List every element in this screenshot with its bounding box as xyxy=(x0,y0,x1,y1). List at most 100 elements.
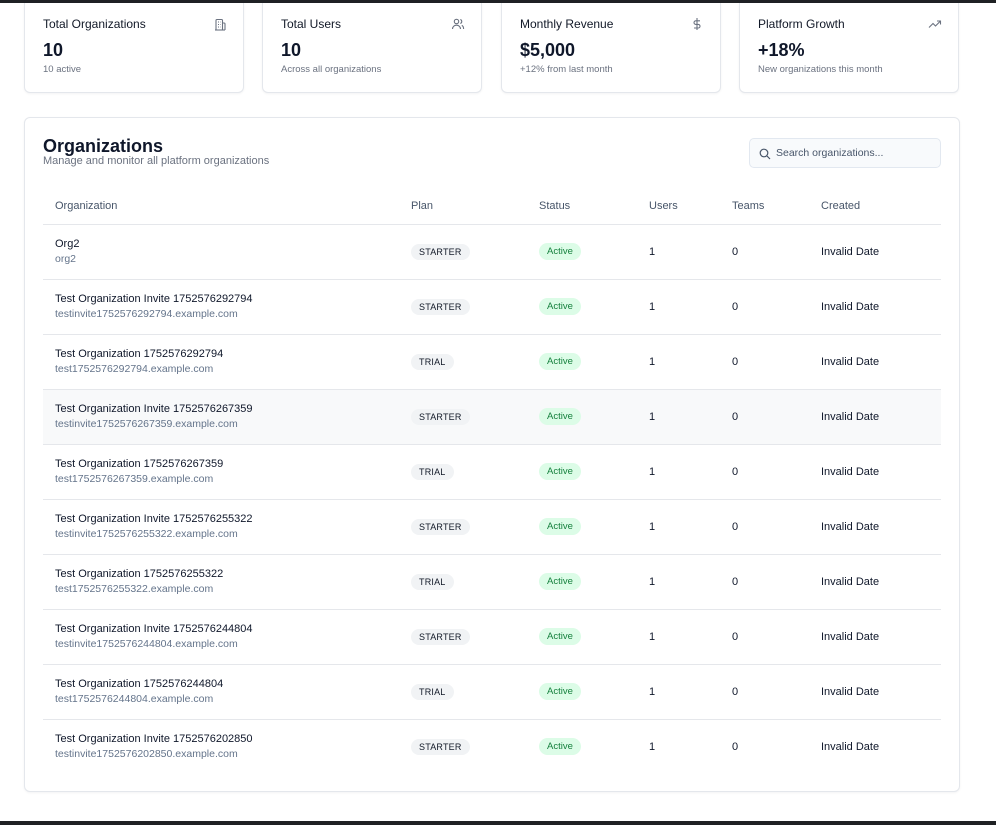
table-row[interactable]: Test Organization Invite 1752576267359 te… xyxy=(43,389,941,445)
plan-badge: STARTER xyxy=(411,628,470,645)
organization-slug: testinvite1752576244804.example.com xyxy=(55,638,238,650)
teams-count: 0 xyxy=(732,465,739,478)
teams-cell: 0 xyxy=(720,609,809,665)
teams-cell: 0 xyxy=(720,664,809,720)
organization-cell: Test Organization Invite 1752576202850 te… xyxy=(43,719,399,774)
column-header-created[interactable]: Created xyxy=(809,188,941,225)
plan-badge: TRIAL xyxy=(411,683,454,700)
organization-cell: Test Organization 1752576267359 test17525… xyxy=(43,444,399,500)
column-header-teams[interactable]: Teams xyxy=(720,188,809,225)
table-row[interactable]: Test Organization 1752576267359 test17525… xyxy=(43,444,941,500)
plan-cell: STARTER xyxy=(399,609,527,665)
teams-count: 0 xyxy=(732,355,739,368)
users-cell: 1 xyxy=(637,444,720,500)
stat-value: 10 xyxy=(281,40,302,60)
organization-slug: test1752576244804.example.com xyxy=(55,693,214,705)
organization-name[interactable]: Test Organization Invite 1752576292794 xyxy=(55,292,399,306)
organization-cell: Test Organization 1752576244804 test17525… xyxy=(43,664,399,720)
stat-title: Total Users xyxy=(281,17,342,31)
users-cell: 1 xyxy=(637,334,720,390)
stat-subtext: New organizations this month xyxy=(758,64,883,75)
created-date: Invalid Date xyxy=(821,575,880,588)
created-date: Invalid Date xyxy=(821,410,880,423)
created-date: Invalid Date xyxy=(821,245,880,258)
organization-cell: Test Organization Invite 1752576255322 te… xyxy=(43,499,399,555)
organizations-panel: Organizations Manage and monitor all pla… xyxy=(24,117,960,792)
status-cell: Active xyxy=(527,279,637,335)
table-row[interactable]: Test Organization Invite 1752576292794 te… xyxy=(43,279,941,335)
table-header-row: Organization Plan Status Users Teams Cre… xyxy=(43,188,941,225)
users-cell: 1 xyxy=(637,609,720,665)
plan-badge: STARTER xyxy=(411,518,470,535)
table-row[interactable]: Test Organization 1752576255322 test17525… xyxy=(43,554,941,610)
organization-cell: Test Organization Invite 1752576292794 te… xyxy=(43,279,399,335)
organization-cell: Test Organization 1752576292794 test17525… xyxy=(43,334,399,390)
users-count: 1 xyxy=(649,410,656,423)
table-row[interactable]: Test Organization 1752576244804 test17525… xyxy=(43,664,941,720)
dollar-icon xyxy=(693,18,701,30)
teams-count: 0 xyxy=(732,520,739,533)
created-date: Invalid Date xyxy=(821,740,880,753)
created-cell: Invalid Date xyxy=(809,334,941,390)
organization-name[interactable]: Test Organization 1752576292794 xyxy=(55,347,399,361)
status-cell: Active xyxy=(527,664,637,720)
panel-title: Organizations xyxy=(43,136,164,156)
organization-name[interactable]: Test Organization Invite 1752576244804 xyxy=(55,622,399,636)
table-row[interactable]: Test Organization 1752576292794 test17525… xyxy=(43,334,941,390)
status-cell: Active xyxy=(527,609,637,665)
organization-slug: test1752576255322.example.com xyxy=(55,583,214,595)
search-icon xyxy=(759,148,771,160)
created-date: Invalid Date xyxy=(821,355,880,368)
column-header-users[interactable]: Users xyxy=(637,188,720,225)
status-cell: Active xyxy=(527,554,637,610)
teams-cell: 0 xyxy=(720,444,809,500)
organization-name[interactable]: Test Organization Invite 1752576255322 xyxy=(55,512,399,526)
organization-name[interactable]: Test Organization 1752576267359 xyxy=(55,457,399,471)
table-row[interactable]: Test Organization Invite 1752576202850 te… xyxy=(43,719,941,774)
column-header-plan[interactable]: Plan xyxy=(399,188,527,225)
table-row[interactable]: Test Organization Invite 1752576255322 te… xyxy=(43,499,941,555)
users-cell: 1 xyxy=(637,719,720,774)
users-count: 1 xyxy=(649,630,656,643)
plan-badge: STARTER xyxy=(411,243,470,260)
users-count: 1 xyxy=(649,685,656,698)
created-date: Invalid Date xyxy=(821,465,880,478)
search-input[interactable] xyxy=(776,139,936,167)
column-header-status[interactable]: Status xyxy=(527,188,637,225)
plan-cell: TRIAL xyxy=(399,334,527,390)
organization-slug: test1752576292794.example.com xyxy=(55,363,214,375)
stat-value: $5,000 xyxy=(520,40,576,60)
status-badge: Active xyxy=(539,463,581,480)
organization-name[interactable]: Test Organization 1752576244804 xyxy=(55,677,399,691)
organization-name[interactable]: Test Organization 1752576255322 xyxy=(55,567,399,581)
organization-slug: testinvite1752576202850.example.com xyxy=(55,748,238,761)
created-cell: Invalid Date xyxy=(809,279,941,335)
stat-value: 10 xyxy=(43,40,64,60)
status-badge: Active xyxy=(539,243,581,260)
table-row[interactable]: Org2 org2 STARTER Active 1 0 Invalid Date xyxy=(43,224,941,280)
organization-name[interactable]: Test Organization Invite 1752576202850 xyxy=(55,732,399,746)
stat-title: Platform Growth xyxy=(758,17,845,31)
users-cell: 1 xyxy=(637,499,720,555)
users-cell: 1 xyxy=(637,389,720,445)
created-cell: Invalid Date xyxy=(809,719,941,774)
organizations-table: Organization Plan Status Users Teams Cre… xyxy=(43,188,941,774)
column-header-organization[interactable]: Organization xyxy=(43,188,399,225)
status-cell: Active xyxy=(527,224,637,280)
organization-name[interactable]: Org2 xyxy=(55,237,399,251)
plan-cell: TRIAL xyxy=(399,664,527,720)
plan-cell: STARTER xyxy=(399,499,527,555)
users-cell: 1 xyxy=(637,664,720,720)
search-box[interactable] xyxy=(749,138,941,168)
users-cell: 1 xyxy=(637,279,720,335)
status-badge: Active xyxy=(539,298,581,315)
plan-badge: TRIAL xyxy=(411,353,454,370)
building-icon xyxy=(215,18,226,31)
users-count: 1 xyxy=(649,740,656,753)
table-row[interactable]: Test Organization Invite 1752576244804 te… xyxy=(43,609,941,665)
plan-cell: STARTER xyxy=(399,389,527,445)
status-cell: Active xyxy=(527,334,637,390)
teams-count: 0 xyxy=(732,740,739,753)
organization-name[interactable]: Test Organization Invite 1752576267359 xyxy=(55,402,399,416)
stat-subtext: 10 active xyxy=(43,64,82,75)
